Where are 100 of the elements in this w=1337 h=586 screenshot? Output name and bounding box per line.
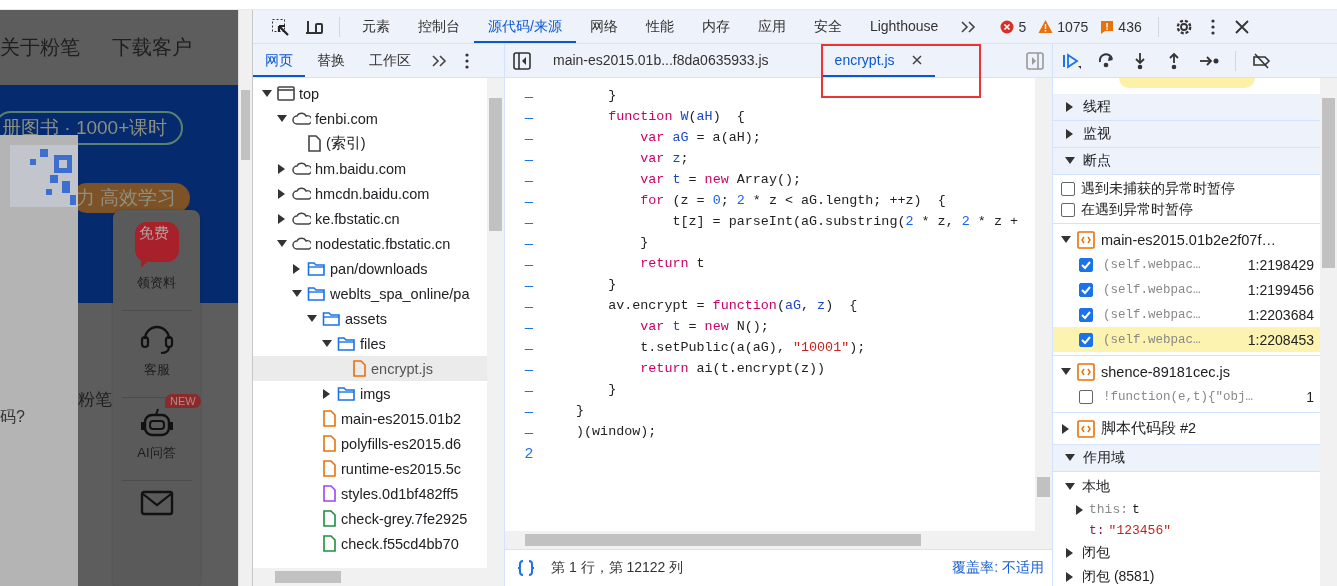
- expanded-triangle-icon[interactable]: [1065, 453, 1075, 463]
- expanded-triangle-icon[interactable]: [307, 313, 317, 324]
- expanded-triangle-icon[interactable]: [292, 288, 302, 299]
- expanded-triangle-icon[interactable]: [277, 113, 287, 124]
- tree-item[interactable]: fenbi.com: [253, 106, 487, 131]
- collapsed-triangle-icon[interactable]: [292, 263, 302, 274]
- expanded-triangle-icon[interactable]: [277, 238, 287, 249]
- vertical-scrollbar[interactable]: [1320, 78, 1337, 586]
- collapsed-triangle-icon[interactable]: [1065, 102, 1075, 112]
- tree-item[interactable]: hm.baidu.com: [253, 156, 487, 181]
- scope-item[interactable]: 闭包: [1053, 541, 1320, 565]
- section-header[interactable]: 线程: [1053, 94, 1320, 121]
- horizontal-scrollbar[interactable]: [253, 568, 504, 586]
- collapsed-triangle-icon[interactable]: [1065, 129, 1075, 139]
- tree-item[interactable]: nodestatic.fbstatic.cn: [253, 231, 487, 256]
- checkbox[interactable]: [1079, 282, 1093, 297]
- folder-icon: [322, 310, 341, 327]
- panel-tab[interactable]: 元素: [348, 10, 404, 43]
- forgot-password-link[interactable]: 码?: [0, 407, 25, 428]
- section-header[interactable]: 作用域: [1053, 445, 1320, 472]
- panel-tab[interactable]: Lighthouse: [855, 10, 953, 43]
- breakpoint-row[interactable]: (self.webpac… 1:2203684: [1053, 302, 1320, 327]
- scrollbar-thumb[interactable]: [1037, 477, 1050, 497]
- checkbox[interactable]: [1079, 389, 1093, 404]
- tree-label: pan/downloads: [330, 260, 428, 277]
- vertical-scrollbar[interactable]: [1035, 78, 1052, 531]
- checkbox[interactable]: [1079, 307, 1093, 322]
- expanded-triangle-icon[interactable]: [1061, 234, 1071, 245]
- expanded-triangle-icon[interactable]: [322, 338, 332, 349]
- scrollbar-thumb[interactable]: [1322, 98, 1335, 268]
- coverage-link[interactable]: 覆盖率: 不适用: [952, 559, 1044, 577]
- panel-tab[interactable]: 控制台: [404, 10, 474, 43]
- expanded-triangle-icon[interactable]: [1061, 366, 1071, 377]
- scrollbar-thumb[interactable]: [241, 90, 250, 160]
- tree-item[interactable]: assets: [253, 306, 487, 331]
- tree-item[interactable]: weblts_spa_online/pa: [253, 281, 487, 306]
- scope-item[interactable]: 闭包 (8581): [1053, 565, 1320, 586]
- tree-item[interactable]: hmcdn.baidu.com: [253, 181, 487, 206]
- file-tab[interactable]: main-es2015.01b...f8da0635933.js: [539, 44, 781, 77]
- breakpoint-row[interactable]: (self.webpac… 1:2208453: [1053, 327, 1320, 352]
- file-icon: [322, 485, 337, 502]
- collapsed-triangle-icon[interactable]: [1065, 548, 1075, 558]
- breakpoint-file[interactable]: shence-89181cec.js: [1053, 359, 1320, 384]
- section-header[interactable]: 断点: [1053, 148, 1320, 175]
- tree-item[interactable]: check.f55cd4bb70: [253, 531, 487, 556]
- tree-item[interactable]: encrypt.js: [253, 356, 487, 381]
- breakpoint-file[interactable]: 脚本代码段 #2: [1053, 416, 1320, 441]
- close-icon[interactable]: [910, 53, 923, 66]
- breakpoint-row[interactable]: (self.webpac… 1:2198429: [1053, 252, 1320, 277]
- navigator-tab[interactable]: 工作区: [357, 44, 423, 77]
- tree-item[interactable]: styles.0d1bf482ff5: [253, 481, 487, 506]
- horizontal-scrollbar[interactable]: [505, 531, 1052, 549]
- collapsed-triangle-icon[interactable]: [277, 188, 287, 199]
- page-scrollbar[interactable]: [238, 10, 252, 586]
- panel-tab[interactable]: 内存: [687, 10, 744, 43]
- collapsed-triangle-icon[interactable]: [1065, 572, 1075, 582]
- tree-item[interactable]: main-es2015.01b2: [253, 406, 487, 431]
- navigator-tab[interactable]: 替换: [305, 44, 357, 77]
- tree-item[interactable]: imgs: [253, 381, 487, 406]
- collapsed-triangle-icon[interactable]: [277, 163, 287, 174]
- collapsed-triangle-icon[interactable]: [1075, 504, 1085, 515]
- checkbox[interactable]: [1079, 332, 1093, 347]
- tree-item[interactable]: runtime-es2015.5c: [253, 456, 487, 481]
- tree-item[interactable]: pan/downloads: [253, 256, 487, 281]
- collapsed-triangle-icon[interactable]: [1061, 423, 1071, 434]
- counter-text[interactable]: 5: [1018, 18, 1027, 35]
- expanded-triangle-icon[interactable]: [1065, 482, 1075, 492]
- tree-item[interactable]: check-grey.7fe2925: [253, 506, 487, 531]
- checkbox[interactable]: [1061, 202, 1075, 217]
- expanded-triangle-icon[interactable]: [1065, 156, 1075, 166]
- breakpoint-row[interactable]: (self.webpac… 1:2199456: [1053, 277, 1320, 302]
- scope-item[interactable]: 本地: [1053, 475, 1320, 499]
- breakpoint-file[interactable]: main-es2015.01b2e2f07f…: [1053, 227, 1320, 252]
- breakpoint-row[interactable]: !function(e,t){"obj… 1: [1053, 384, 1320, 409]
- tree-item[interactable]: (索引): [253, 131, 487, 156]
- tree-item[interactable]: polyfills-es2015.d6: [253, 431, 487, 456]
- vertical-scrollbar[interactable]: [487, 78, 504, 568]
- panel-tab[interactable]: 性能: [631, 10, 688, 43]
- counter-text[interactable]: 436: [1118, 18, 1142, 35]
- scrollbar-thumb[interactable]: [275, 571, 341, 583]
- panel-tab[interactable]: 应用: [743, 10, 800, 43]
- scrollbar-thumb[interactable]: [489, 98, 502, 231]
- navigator-tab[interactable]: 网页: [253, 44, 305, 77]
- checkbox[interactable]: [1061, 181, 1075, 196]
- tree-item[interactable]: top: [253, 81, 487, 106]
- section-header[interactable]: 监视: [1053, 121, 1320, 148]
- tree-item[interactable]: ke.fbstatic.cn: [253, 206, 487, 231]
- collapsed-triangle-icon[interactable]: [277, 213, 287, 224]
- tree-item[interactable]: files: [253, 331, 487, 356]
- scrollbar-thumb[interactable]: [525, 534, 921, 546]
- scope-variable[interactable]: this: t: [1053, 499, 1320, 520]
- panel-tab[interactable]: 网络: [575, 10, 632, 43]
- mail-icon[interactable]: [139, 489, 174, 517]
- panel-tab[interactable]: 安全: [799, 10, 856, 43]
- collapsed-triangle-icon[interactable]: [322, 388, 332, 399]
- file-icon: [322, 510, 337, 527]
- checkbox[interactable]: [1079, 257, 1093, 272]
- expanded-triangle-icon[interactable]: [262, 88, 272, 99]
- counter-text[interactable]: 1075: [1057, 18, 1089, 35]
- scope-variable[interactable]: t: "123456": [1053, 520, 1320, 541]
